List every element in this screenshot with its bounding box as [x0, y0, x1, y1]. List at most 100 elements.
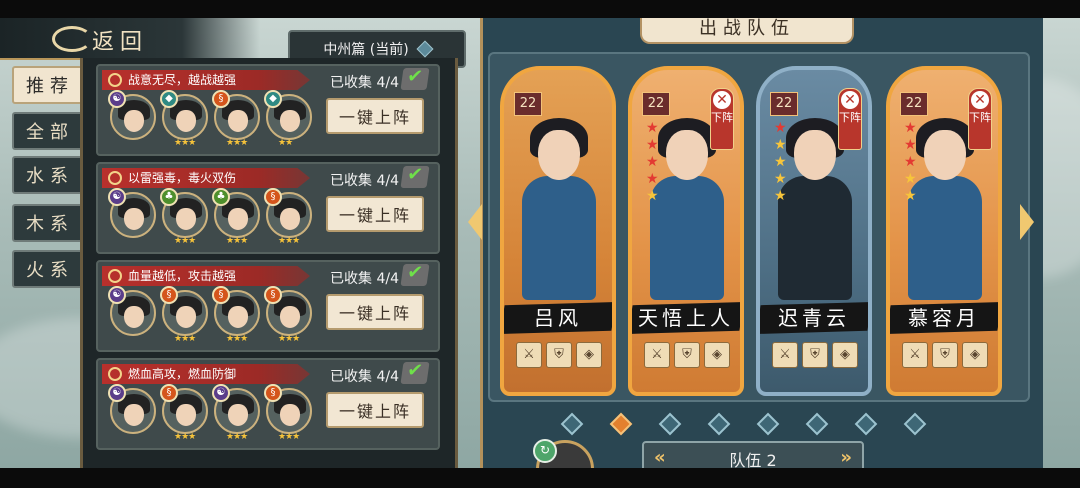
combo-title-text: 燃血高攻，燃血防御	[128, 367, 237, 381]
combo-card: 战意无尽，越战越强 已收集 4/4 ✔ ☯ ◆ ★★★ § ★★★ ◆ ★★ 一键上阵	[96, 64, 440, 156]
collected-count: 已收集 4/4	[330, 369, 399, 385]
star-rating: ★★★	[226, 334, 248, 344]
back-label: 返回	[92, 30, 149, 55]
weapon-icon[interactable]: ⚔	[516, 342, 542, 368]
dark-element-icon: ☯	[212, 384, 230, 402]
accessory-icon[interactable]: ◈	[832, 342, 858, 368]
team-page-dot[interactable]	[756, 412, 780, 436]
water-element-icon: ◆	[160, 90, 178, 108]
level-badge: 22	[900, 92, 928, 116]
combo-title-text: 战意无尽，越战越强	[128, 73, 237, 87]
next-arrow-icon[interactable]	[1020, 204, 1034, 240]
collected-count: 已收集 4/4	[330, 173, 399, 189]
wood-element-icon: ♣	[160, 188, 178, 206]
armor-icon[interactable]: ⛨	[546, 342, 572, 368]
check-icon: ✔	[400, 66, 430, 90]
star-rating: ★★★	[174, 334, 196, 344]
team-page-dot[interactable]	[903, 412, 927, 436]
combo-card: 燃血高攻，燃血防御 已收集 4/4 ✔ ☯ § ★★★ ☯ ★★★ § ★★★ 一键上阵	[96, 358, 440, 450]
weapon-icon[interactable]: ⚔	[644, 342, 670, 368]
combo-title-text: 血量越低，攻击越强	[128, 269, 237, 283]
prev-arrow-icon[interactable]	[468, 204, 482, 240]
remove-label: 下阵	[839, 111, 861, 124]
star-rating: ★★★	[174, 138, 196, 148]
star-rating: ★★★	[278, 334, 300, 344]
chevron-right-icon[interactable]: »	[840, 447, 852, 468]
remove-label: 下阵	[969, 111, 991, 124]
close-icon: ✕	[713, 91, 731, 109]
team-page-dot[interactable]	[609, 412, 633, 436]
close-icon: ✕	[841, 91, 859, 109]
remove-from-team-button[interactable]: ✕ 下阵	[968, 88, 992, 150]
star-rating: ★★★	[278, 236, 300, 246]
fire-element-icon: §	[264, 188, 282, 206]
back-button[interactable]: 返回	[0, 18, 260, 60]
dark-element-icon: ☯	[108, 384, 126, 402]
accessory-icon[interactable]: ◈	[704, 342, 730, 368]
hero-card[interactable]: 22 ★ ★ ★ ★ ★ ✕ 下阵 天悟上人 ⚔ ⛨ ◈	[628, 66, 744, 396]
one-click-deploy-button[interactable]: 一键上阵	[326, 392, 424, 428]
combo-title: 以雷强毒，毒火双伤	[102, 168, 310, 188]
armor-icon[interactable]: ⛨	[932, 342, 958, 368]
equipment-slots: ⚔ ⛨ ◈	[772, 342, 858, 368]
check-icon: ✔	[400, 360, 430, 384]
fire-element-icon: §	[212, 286, 230, 304]
remove-from-team-button[interactable]: ✕ 下阵	[838, 88, 862, 150]
tab-4[interactable]: 火系	[12, 250, 88, 288]
fire-element-icon: §	[264, 286, 282, 304]
tab-0[interactable]: 推荐	[12, 66, 88, 104]
check-icon: ✔	[400, 262, 430, 286]
game-screen: 返回 中州篇 (当前) 推荐 全部 水系 木系 火系 战意无尽，越战越强 已收集 4/4 ✔…	[0, 18, 1080, 468]
combo-title-text: 以雷强毒，毒火双伤	[128, 171, 237, 185]
armor-icon[interactable]: ⛨	[802, 342, 828, 368]
hero-card[interactable]: 22 吕风 ⚔ ⛨ ◈	[500, 66, 616, 396]
one-click-deploy-button[interactable]: 一键上阵	[326, 196, 424, 232]
swirl-icon	[52, 26, 92, 52]
team-page-dot[interactable]	[805, 412, 829, 436]
level-badge: 22	[642, 92, 670, 116]
fire-element-icon: §	[160, 384, 178, 402]
combo-icon	[108, 367, 122, 381]
remove-label: 下阵	[711, 111, 733, 124]
combo-icon	[108, 171, 122, 185]
team-page-dot[interactable]	[658, 412, 682, 436]
chevron-left-icon[interactable]: «	[654, 447, 666, 468]
level-badge: 22	[514, 92, 542, 116]
accessory-icon[interactable]: ◈	[576, 342, 602, 368]
close-icon: ✕	[971, 91, 989, 109]
combo-card: 以雷强毒，毒火双伤 已收集 4/4 ✔ ☯ ♣ ★★★ ♣ ★★★ § ★★★ 一键上阵	[96, 162, 440, 254]
remove-from-team-button[interactable]: ✕ 下阵	[710, 88, 734, 150]
weapon-icon[interactable]: ⚔	[902, 342, 928, 368]
team-switcher[interactable]: « 队伍 2 »	[642, 441, 864, 468]
hero-illustration	[518, 110, 600, 300]
weapon-icon[interactable]: ⚔	[772, 342, 798, 368]
level-badge: 22	[770, 92, 798, 116]
hero-card[interactable]: 22 ★ ★ ★ ★ ★ ✕ 下阵 迟青云 ⚔ ⛨ ◈	[756, 66, 872, 396]
star-rating: ★★★	[226, 138, 248, 148]
team-page-dot[interactable]	[707, 412, 731, 436]
team-page-indicator	[560, 412, 927, 436]
tab-1[interactable]: 全部	[12, 112, 88, 150]
hero-card[interactable]: 22 ★ ★ ★ ★ ★ ✕ 下阵 慕容月 ⚔ ⛨ ◈	[886, 66, 1002, 396]
star-rating: ★★★	[174, 236, 196, 246]
one-click-deploy-button[interactable]: 一键上阵	[326, 294, 424, 330]
team-title: 出战队伍	[640, 18, 854, 44]
star-rating: ★★★	[226, 432, 248, 442]
team-label: 队伍 2	[729, 451, 777, 468]
one-click-deploy-button[interactable]: 一键上阵	[326, 98, 424, 134]
refresh-icon: ↻	[533, 439, 557, 463]
accessory-icon[interactable]: ◈	[962, 342, 988, 368]
fire-element-icon: §	[212, 90, 230, 108]
tab-3[interactable]: 木系	[12, 204, 88, 242]
armor-icon[interactable]: ⛨	[674, 342, 700, 368]
hero-name: 迟青云	[760, 302, 868, 334]
check-icon: ✔	[400, 164, 430, 188]
equipment-slots: ⚔ ⛨ ◈	[902, 342, 988, 368]
diamond-icon	[416, 40, 434, 58]
team-page-dot[interactable]	[560, 412, 584, 436]
dark-element-icon: ☯	[108, 90, 126, 108]
team-page-dot[interactable]	[854, 412, 878, 436]
star-rating: ★★★	[226, 236, 248, 246]
tab-2[interactable]: 水系	[12, 156, 88, 194]
equipment-slots: ⚔ ⛨ ◈	[644, 342, 730, 368]
